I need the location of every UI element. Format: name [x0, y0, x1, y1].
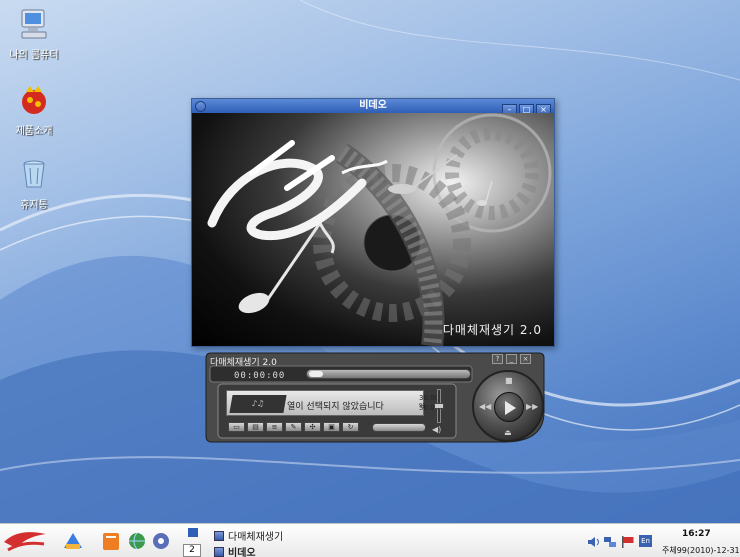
splash-caption: 다매체재생기 2.0: [442, 323, 542, 337]
video-titlebar[interactable]: 비데오 – □ ×: [192, 99, 554, 115]
flag-icon[interactable]: [621, 536, 635, 548]
taskbar: 2 다매체재생기 비데오 En 16:27 주체99(2010)-12-31: [0, 523, 740, 557]
desktop-icon-trash[interactable]: 휴지통: [4, 156, 64, 211]
status-screen: ♪♫ 열이 선택되지 않았습니다 30.00 % 50.0: [226, 390, 439, 416]
desktop-switcher-icon[interactable]: [188, 528, 198, 537]
desktop-icon-label: 휴지통: [20, 200, 48, 211]
globe-icon: [129, 532, 145, 550]
video-window[interactable]: 비데오 – □ × 다매체재생기 2.0: [191, 98, 555, 347]
desktop-icon-my-computer[interactable]: 나의 콤퓨터: [4, 6, 64, 61]
seek-bar[interactable]: [306, 369, 471, 379]
volume-icon[interactable]: [587, 536, 601, 548]
media-player[interactable]: 다매체재생기 2.0 ? _ × 00:00:00 ♪♫ 열이 선택되지 않았습…: [204, 352, 546, 444]
office-icon: [103, 533, 119, 550]
video-display[interactable]: 다매체재생기 2.0: [192, 113, 554, 346]
desktop-number[interactable]: 2: [183, 544, 201, 557]
paint-icon: [64, 533, 82, 549]
player-toolbar: ▭ ▤ ≡ ✎ ✣ ▣ ↻: [228, 422, 359, 432]
task-label: 다매체재생기: [228, 532, 284, 543]
window-menu-icon[interactable]: [195, 100, 206, 112]
computer-icon: [16, 6, 52, 42]
player-close-button[interactable]: ×: [520, 354, 531, 364]
time-display: 00:00:00: [234, 371, 286, 381]
help-button[interactable]: ?: [492, 354, 503, 364]
desktop-icon-product-intro[interactable]: 제품소개: [4, 82, 64, 137]
eject-button[interactable]: ⏏: [504, 428, 512, 437]
open-file-button[interactable]: ▭: [228, 422, 245, 432]
clock-time[interactable]: 16:27: [682, 529, 711, 539]
task-label: 비데오: [228, 548, 256, 557]
player-title: 다매체재생기 2.0: [210, 358, 277, 368]
repeat-button[interactable]: ↻: [342, 422, 359, 432]
network-icon[interactable]: [603, 536, 617, 548]
desktop-icon-label: 나의 콤퓨터: [9, 50, 59, 61]
status-message: 열이 선택되지 않았습니다: [287, 402, 384, 412]
speaker-icon[interactable]: ◀): [432, 425, 441, 434]
snapshot-button[interactable]: ▣: [323, 422, 340, 432]
quicklaunch-system[interactable]: [150, 530, 172, 552]
quicklaunch-browser[interactable]: [126, 530, 148, 552]
previous-button[interactable]: ◀◀: [479, 402, 491, 411]
media-player-icon: [214, 530, 224, 541]
start-button[interactable]: [2, 526, 50, 556]
video-icon: [214, 546, 224, 557]
playlist-button[interactable]: ▤: [247, 422, 264, 432]
desktop-icon-label: 제품소개: [15, 126, 53, 137]
task-media-player[interactable]: 다매체재생기: [214, 528, 283, 543]
splash-artwork: [207, 113, 552, 346]
fullscreen-button[interactable]: ✣: [304, 422, 321, 432]
player-minimize-button[interactable]: _: [506, 354, 517, 364]
seek-thumb[interactable]: [309, 371, 323, 377]
play-icon: [505, 401, 516, 415]
balance-slider[interactable]: [372, 423, 426, 432]
task-video[interactable]: 비데오: [214, 544, 256, 557]
product-intro-icon: [16, 82, 52, 118]
settings-button[interactable]: ✎: [285, 422, 302, 432]
keyboard-layout-icon[interactable]: En: [639, 535, 652, 547]
clock-date[interactable]: 주체99(2010)-12-31: [662, 545, 740, 556]
play-button[interactable]: [494, 392, 524, 422]
volume-knob[interactable]: [434, 403, 444, 409]
system-icon: [153, 533, 169, 549]
rate-readout-secondary: 50.0: [419, 404, 435, 412]
next-button[interactable]: ▶▶: [526, 402, 538, 411]
quicklaunch-office[interactable]: [100, 530, 122, 552]
control-dial[interactable]: ■ ◀◀ ▶▶ ⏏: [472, 370, 544, 442]
volume-slider[interactable]: [434, 389, 444, 423]
start-logo-icon: [4, 532, 46, 552]
quicklaunch-editor[interactable]: [62, 530, 84, 552]
stop-button[interactable]: ■: [505, 376, 513, 385]
equalizer-button[interactable]: ≡: [266, 422, 283, 432]
trash-icon: [16, 156, 52, 192]
player-logo: ♪♫: [229, 395, 287, 413]
